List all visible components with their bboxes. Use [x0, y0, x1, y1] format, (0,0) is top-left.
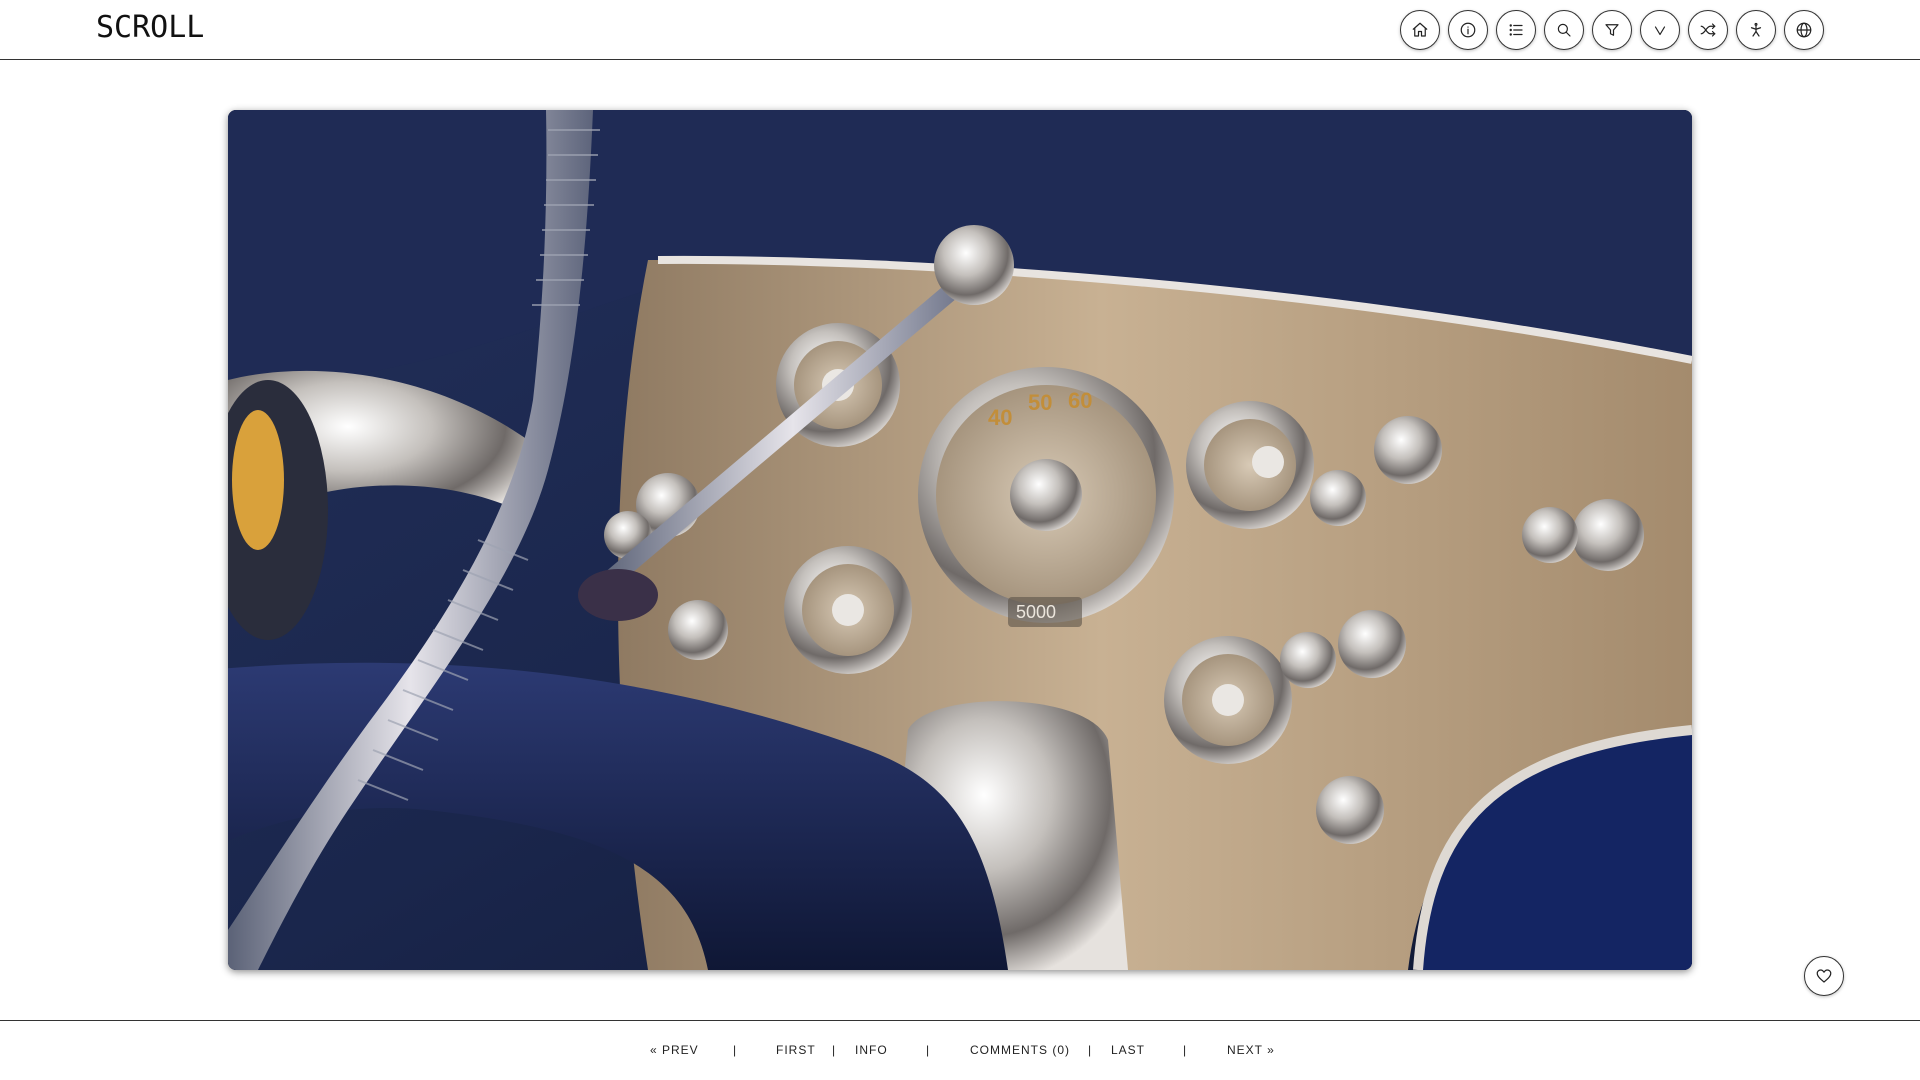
info-link[interactable]: INFO [855, 1043, 888, 1057]
svg-text:5000: 5000 [1016, 602, 1056, 622]
site-logo[interactable]: SCROLL [96, 10, 204, 45]
heart-icon [1816, 969, 1832, 983]
accessibility-button[interactable] [1736, 10, 1776, 50]
info-icon [1460, 22, 1476, 38]
shuffle-button[interactable] [1688, 10, 1728, 50]
comments-link[interactable]: COMMENTS (0) [970, 1043, 1070, 1057]
first-link[interactable]: FIRST [776, 1043, 816, 1057]
filter-icon [1605, 24, 1619, 36]
favorite-button[interactable] [1804, 956, 1844, 996]
accessibility-icon [1750, 22, 1762, 37]
language-button[interactable] [1784, 10, 1824, 50]
list-icon [1509, 24, 1523, 36]
dashboard-photo: 40 50 60 5000 [228, 110, 1692, 970]
svg-text:40: 40 [988, 405, 1012, 430]
search-button[interactable] [1544, 10, 1584, 50]
separator: | [733, 1043, 738, 1057]
pagination-footer: « PREV | FIRST | INFO | COMMENTS (0) | L… [0, 1020, 1920, 1080]
main-photo[interactable]: 40 50 60 5000 [228, 110, 1692, 970]
separator: | [1088, 1043, 1093, 1057]
expand-button[interactable] [1640, 10, 1680, 50]
separator: | [832, 1043, 837, 1057]
separator: | [1183, 1043, 1188, 1057]
search-icon [1557, 23, 1571, 37]
svg-text:50: 50 [1028, 390, 1052, 415]
chevron-down-icon [1654, 26, 1666, 36]
list-button[interactable] [1496, 10, 1536, 50]
home-button[interactable] [1400, 10, 1440, 50]
prev-link[interactable]: « PREV [650, 1043, 699, 1057]
filter-button[interactable] [1592, 10, 1632, 50]
separator: | [926, 1043, 931, 1057]
svg-text:60: 60 [1068, 388, 1092, 413]
next-link[interactable]: NEXT » [1227, 1043, 1275, 1057]
last-link[interactable]: LAST [1111, 1043, 1145, 1057]
shuffle-icon [1700, 23, 1716, 37]
top-nav [1400, 10, 1824, 50]
info-button[interactable] [1448, 10, 1488, 50]
site-header: SCROLL [0, 0, 1920, 60]
globe-icon [1796, 22, 1812, 38]
home-icon [1412, 22, 1428, 37]
